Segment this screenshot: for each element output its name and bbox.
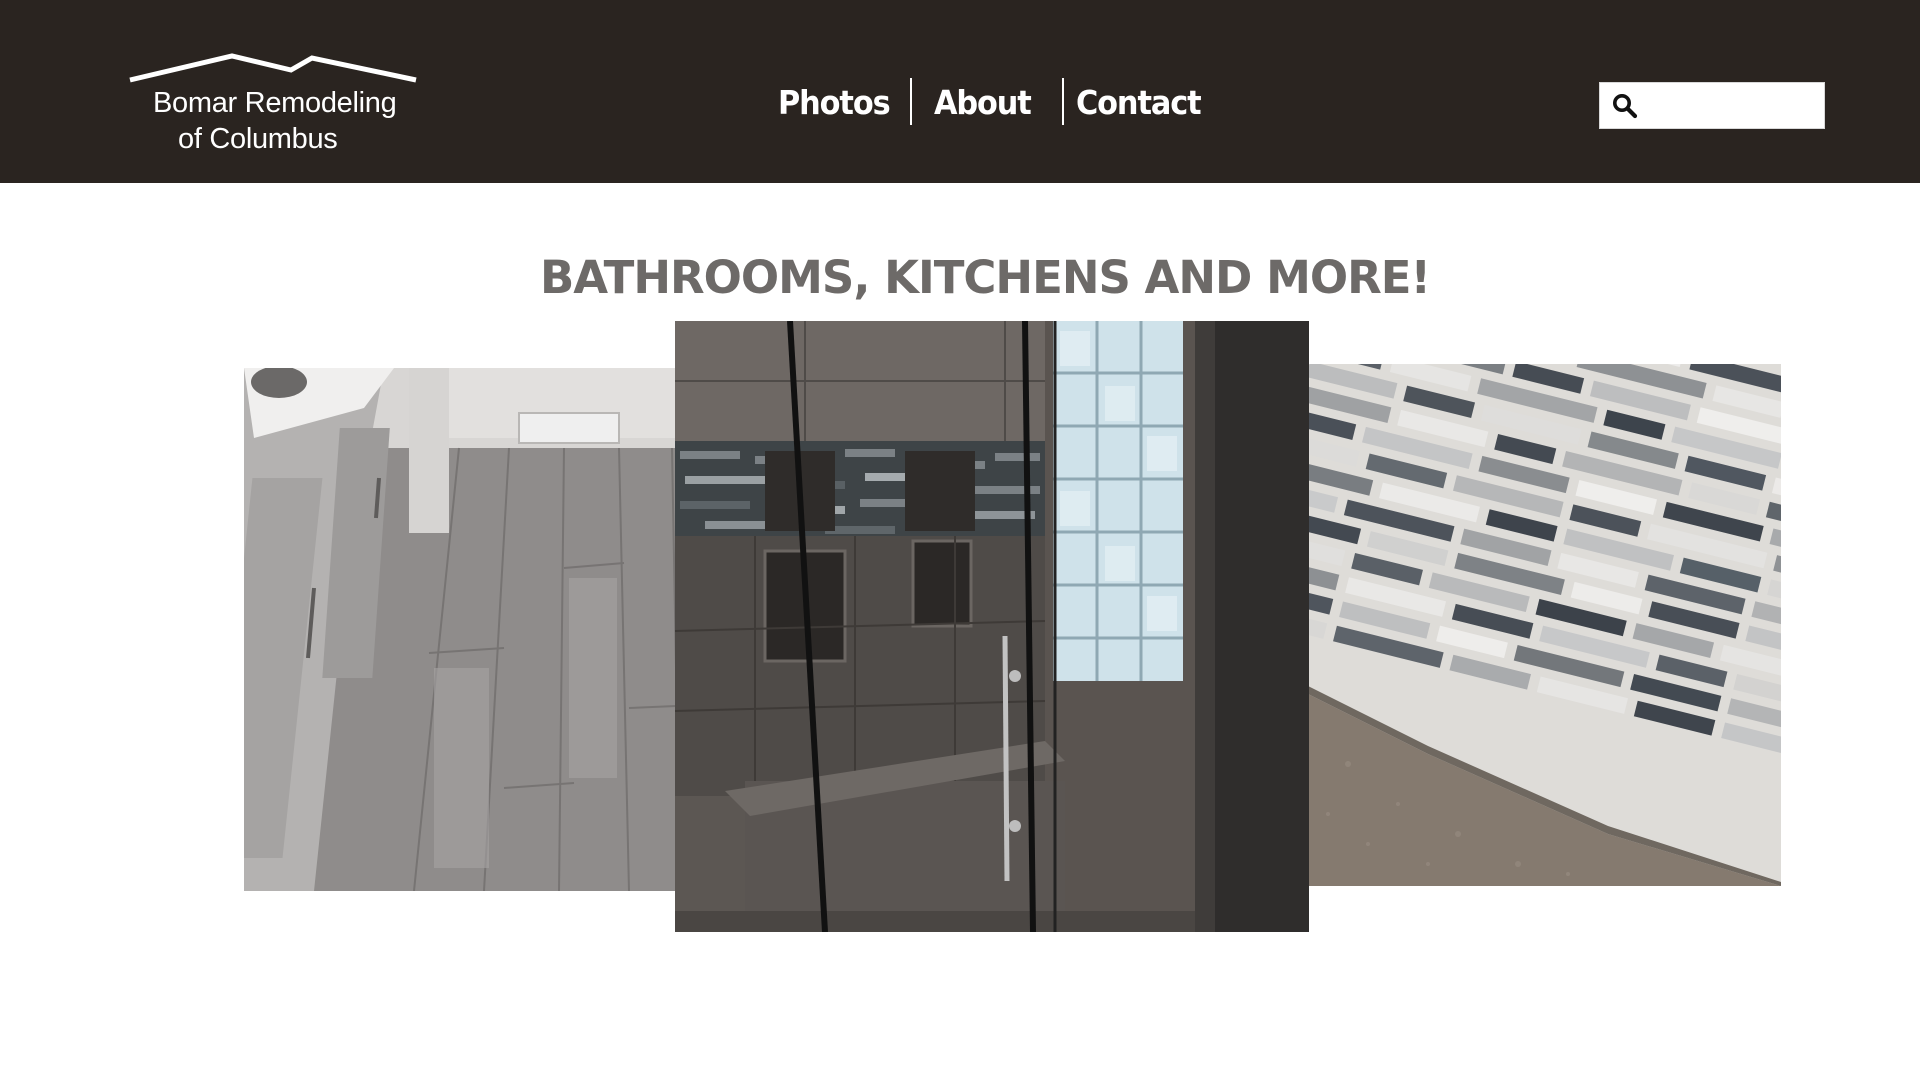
search-box[interactable] [1599,82,1825,129]
page-headline: BATHROOMS, KITCHENS AND MORE! [539,251,1431,304]
nav-divider [910,78,912,125]
photo-backsplash-icon [1308,364,1781,886]
nav-link-contact[interactable]: Contact [1076,83,1202,122]
nav-item-photos[interactable]: Photos [778,78,899,126]
search-input[interactable] [1648,89,1820,124]
site-logo[interactable]: Bomar Remodeling of Columbus [128,52,418,162]
site-header: Bomar Remodeling of Columbus Photos Abou… [0,0,1920,183]
gallery-photo-floor[interactable] [244,368,676,891]
nav-link-about[interactable]: About [934,83,1032,122]
nav-divider [1062,78,1064,125]
logo-text-line1: Bomar Remodeling [153,87,397,119]
nav-item-contact[interactable]: Contact [1076,78,1211,126]
nav-link-photos[interactable]: Photos [778,83,891,122]
gallery-photo-shower[interactable] [675,321,1309,932]
nav-item-about[interactable]: About [934,78,1039,126]
search-icon[interactable] [1612,93,1638,119]
logo-text-line2: of Columbus [178,123,338,155]
photo-shower-icon [675,321,1309,932]
roof-logo-icon [129,53,417,83]
gallery-photo-backsplash[interactable] [1308,364,1781,886]
photo-floor-icon [244,368,676,891]
